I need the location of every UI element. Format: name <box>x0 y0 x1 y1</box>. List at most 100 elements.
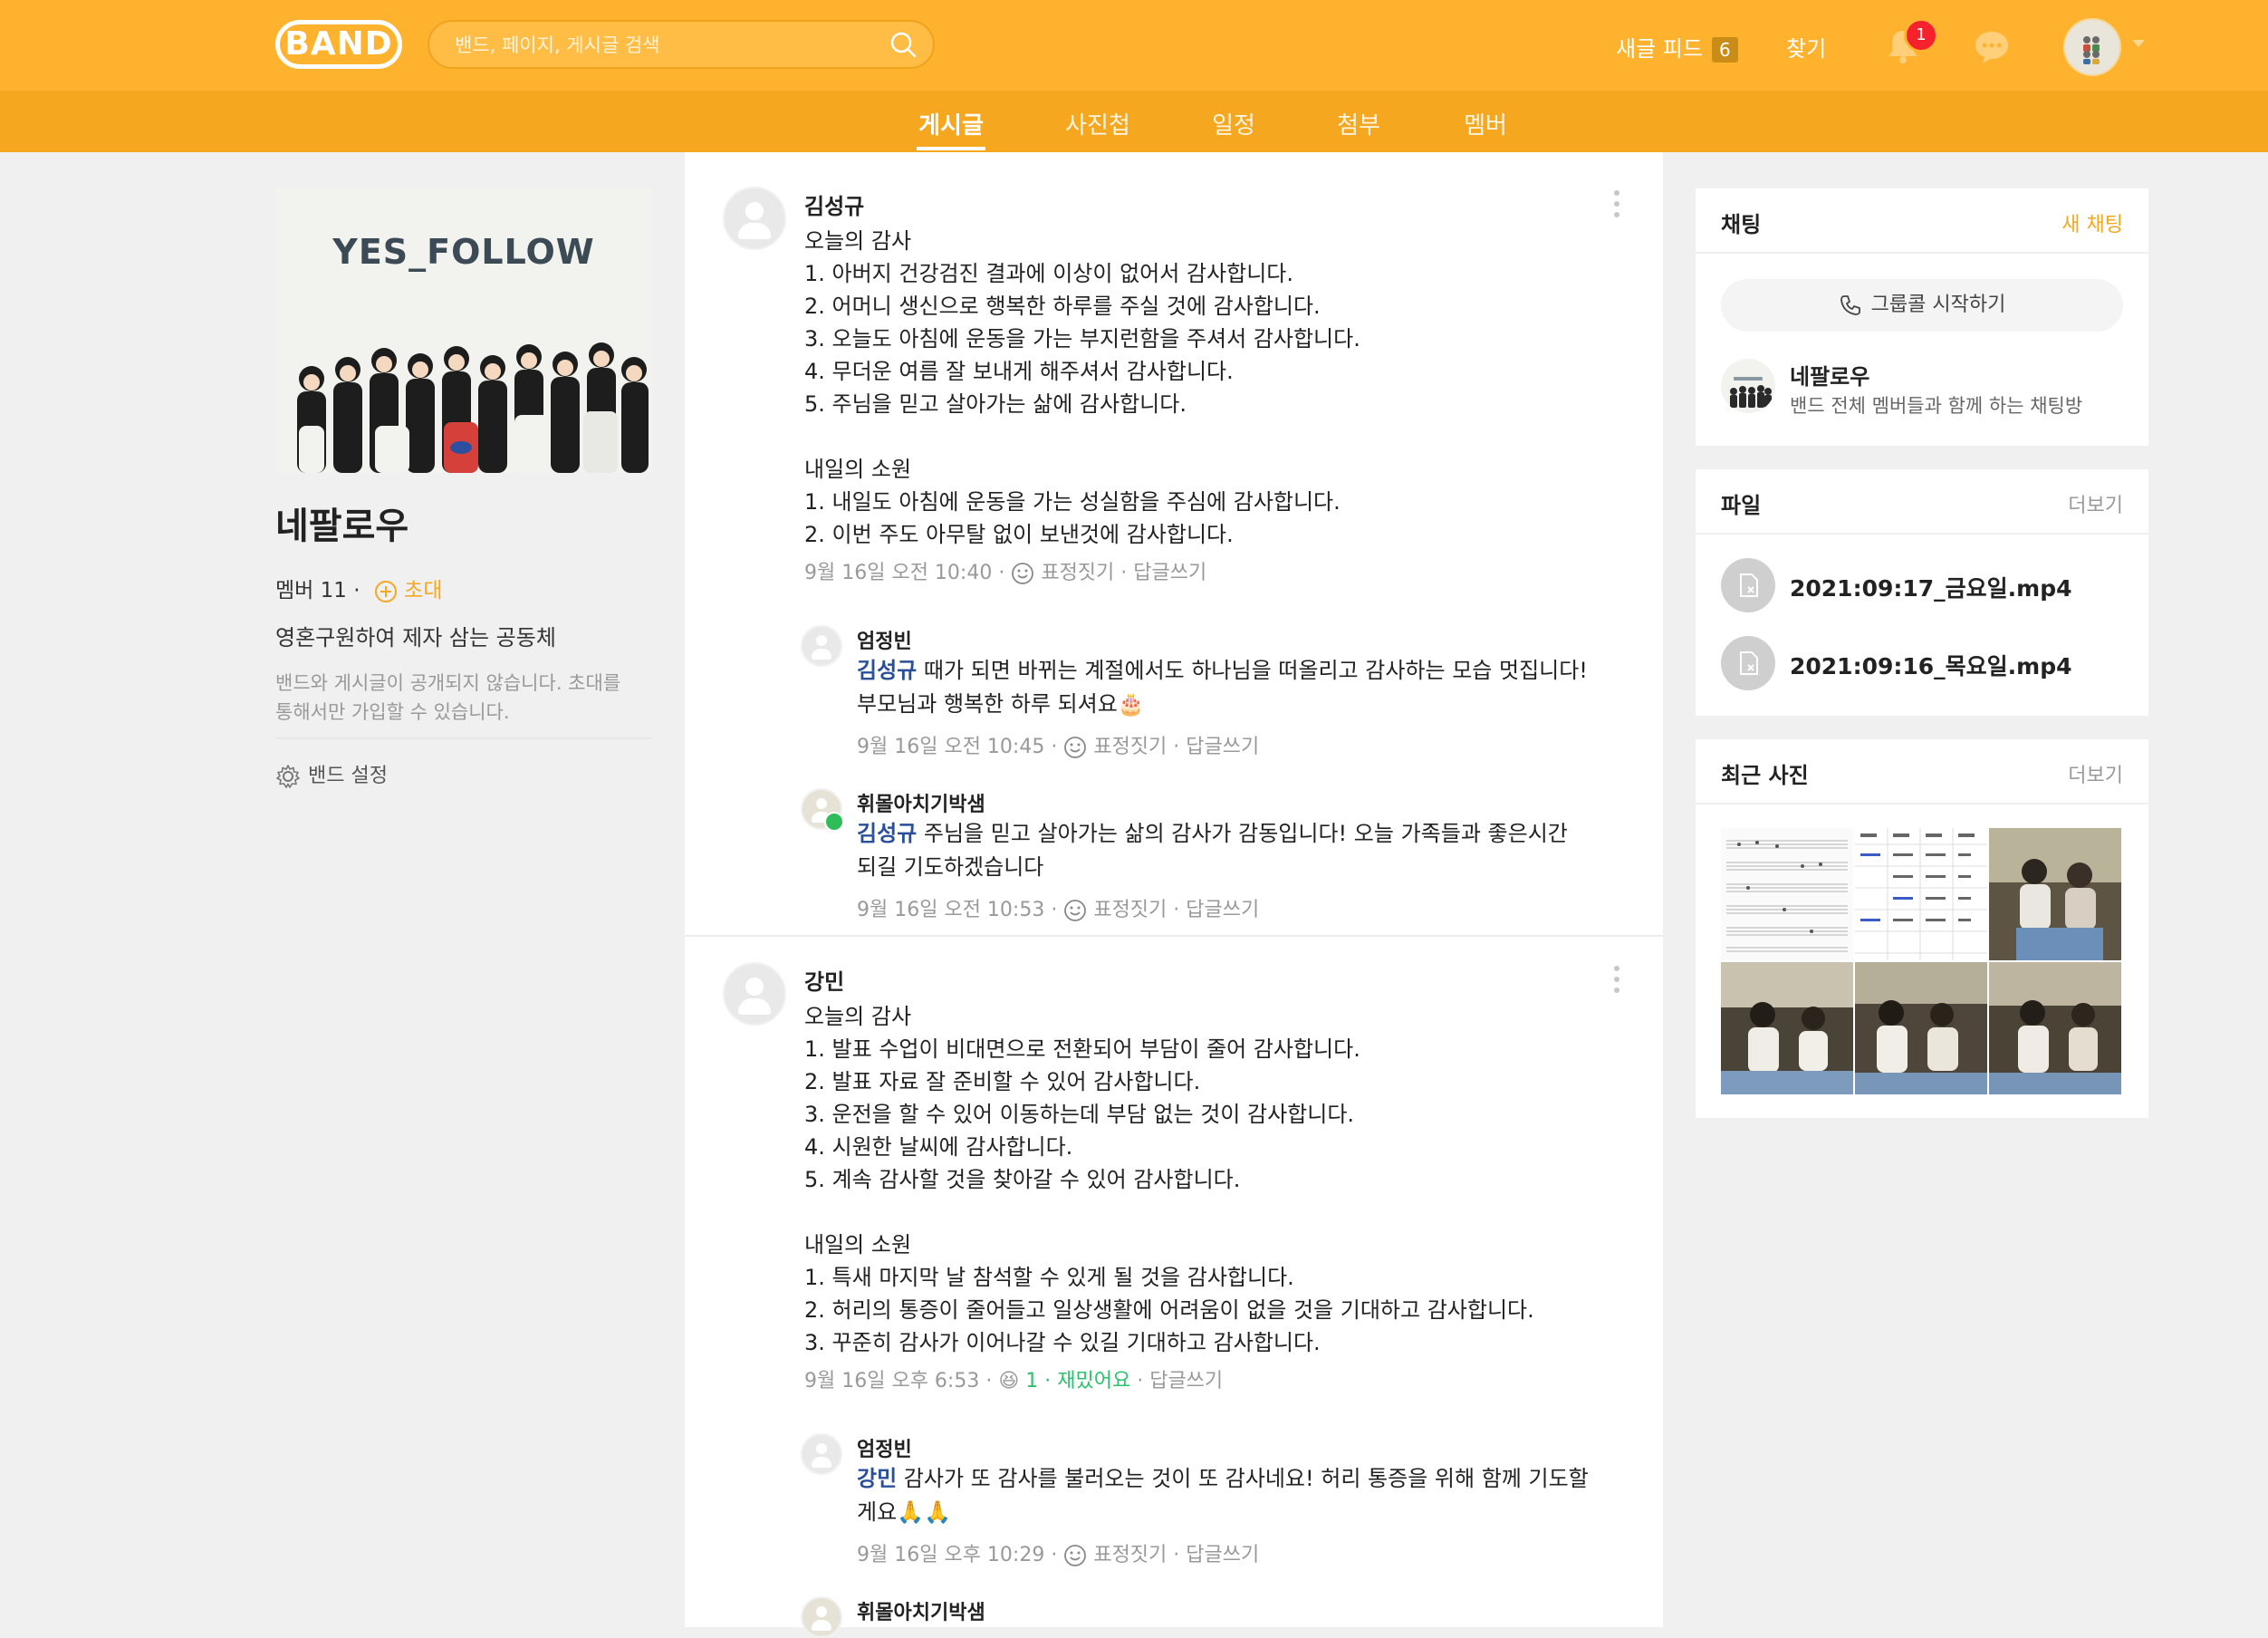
file-item[interactable]: 2021:09:17_금요일.mp4 <box>1721 558 2123 612</box>
comment-author-name[interactable]: 휘몰아치기박샘 <box>857 1596 985 1625</box>
tab-attachments[interactable]: 첨부 <box>1335 107 1382 147</box>
new-feed-label: 새글 피드 <box>1616 36 1703 62</box>
photo-thumbnail[interactable] <box>1721 828 1853 960</box>
photo-thumbnail[interactable] <box>1989 962 2121 1094</box>
divider <box>275 737 652 739</box>
reaction-count[interactable]: 1 <box>1025 1370 1038 1392</box>
chat-bubble-icon[interactable] <box>1973 29 2011 65</box>
band-name[interactable]: 네팔로우 <box>275 496 408 549</box>
file-name: 2021:09:17_금요일.mp4 <box>1790 575 2072 602</box>
post-text-line: 2. 허리의 통증이 줄어들고 일상생활에 어려움이 없을 것을 기대하고 감사… <box>804 1297 1534 1323</box>
comment-mention[interactable]: 강민 <box>857 1466 897 1491</box>
comment-text-part: 때가 되면 바뀌는 계절에서도 하나님을 떠올리고 감사하는 모습 멋집니다! <box>917 658 1588 683</box>
comment-author-name[interactable]: 휘몰아치기박샘 <box>857 788 985 817</box>
post-text-line: 1. 아버지 건강검진 결과에 이상이 없어서 감사합니다. <box>804 261 1293 286</box>
search-input[interactable] <box>453 20 855 71</box>
post-author-avatar[interactable] <box>723 187 786 250</box>
files-more-link[interactable]: 더보기 <box>2068 489 2123 518</box>
comment-text: 김성규 때가 되면 바뀌는 계절에서도 하나님을 떠올리고 감사하는 모습 멋집… <box>857 654 1600 721</box>
post-meta: 9월 16일 오후 6:53 · 😆 1 · 재밌어요 · 답글쓰기 <box>804 1370 1224 1392</box>
smile-icon[interactable] <box>1011 562 1034 585</box>
tab-posts[interactable]: 게시글 <box>917 107 985 150</box>
profile-avatar[interactable] <box>2063 18 2121 76</box>
comment-text-part: 게요 <box>857 1499 898 1525</box>
file-name: 2021:09:16_목요일.mp4 <box>1790 653 2072 679</box>
reply-button[interactable]: 답글쓰기 <box>1186 899 1259 921</box>
invite-button[interactable]: 초대 <box>374 579 442 602</box>
comment-timestamp: 9월 16일 오후 10:29 <box>857 1544 1045 1566</box>
more-options-icon[interactable] <box>1614 966 1619 997</box>
new-chat-button[interactable]: 새 채팅 <box>2061 208 2123 237</box>
member-count[interactable]: 멤버 11 · <box>275 579 360 602</box>
react-button[interactable]: 표정짓기 <box>1093 1544 1167 1566</box>
post-text-line: 오늘의 감사 <box>804 1004 912 1029</box>
post-author-name[interactable]: 김성규 <box>804 188 864 220</box>
privacy-notice: 밴드와 게시글이 공개되지 않습니다. 초대를 통해서만 가입할 수 있습니다. <box>275 669 656 727</box>
phone-icon <box>1840 295 1860 315</box>
comment-author-avatar[interactable] <box>801 1596 842 1638</box>
comment-author-name[interactable]: 엄정빈 <box>857 625 912 654</box>
comment-author-name[interactable]: 엄정빈 <box>857 1433 912 1462</box>
post-text-line: 2. 어머니 생신으로 행복한 하루를 주실 것에 감사합니다. <box>804 294 1321 319</box>
photo-thumbnail[interactable] <box>1989 828 2121 960</box>
post-text-line: 오늘의 감사 <box>804 228 912 254</box>
file-icon <box>1721 558 1775 612</box>
band-cover-image[interactable]: YES_FOLLOW <box>275 188 652 473</box>
post-author-name[interactable]: 강민 <box>804 964 844 996</box>
smile-icon[interactable] <box>1063 899 1087 922</box>
search-icon[interactable] <box>889 31 917 58</box>
chatroom-description: 밴드 전체 멤버들과 함께 하는 채팅방 <box>1790 395 2083 417</box>
notification-badge: 1 <box>1904 18 1938 53</box>
file-icon <box>1721 636 1775 690</box>
file-item[interactable]: 2021:09:16_목요일.mp4 <box>1721 636 2123 690</box>
sheet-music-image <box>1726 840 1848 952</box>
reply-button[interactable]: 답글쓰기 <box>1186 736 1259 758</box>
people-photo-image <box>1855 962 1987 1094</box>
photo-thumbnail[interactable] <box>1855 962 1987 1094</box>
more-options-icon[interactable] <box>1614 190 1619 221</box>
tab-bar <box>0 91 2268 152</box>
smile-icon[interactable] <box>1063 736 1087 759</box>
comment-meta: 9월 16일 오전 10:53 · 표정짓기 · 답글쓰기 <box>857 899 1260 922</box>
post-text-line: 1. 발표 수업이 비대면으로 전환되어 부담이 줄어 감사합니다. <box>804 1036 1360 1062</box>
band-logo[interactable]: BAND <box>275 20 402 69</box>
comment-author-avatar[interactable] <box>801 1433 842 1475</box>
group-illustration <box>297 342 649 473</box>
band-settings-link[interactable]: 밴드 설정 <box>275 759 388 789</box>
photo-thumbnail[interactable] <box>1721 962 1853 1094</box>
search-box[interactable] <box>428 20 935 71</box>
comment-mention[interactable]: 김성규 <box>857 658 917 683</box>
post-divider <box>685 935 1663 937</box>
reply-button[interactable]: 답글쓰기 <box>1186 1544 1259 1566</box>
react-button[interactable]: 표정짓기 <box>1093 736 1167 758</box>
new-feed-link[interactable]: 새글 피드 6 <box>1616 31 1738 63</box>
comment-meta: 9월 16일 오후 10:29 · 표정짓기 · 답글쓰기 <box>857 1544 1260 1567</box>
member-row: 멤버 11 · 초대 <box>275 573 442 603</box>
post-author-avatar[interactable] <box>723 962 786 1026</box>
chatroom-avatar[interactable] <box>1721 359 1775 413</box>
reply-button[interactable]: 답글쓰기 <box>1149 1370 1223 1392</box>
group-call-button[interactable]: 그룹콜 시작하기 <box>1721 279 2123 332</box>
comment-author-avatar[interactable] <box>801 625 842 667</box>
photo-thumbnail[interactable] <box>1855 828 1987 960</box>
smile-icon[interactable] <box>1063 1544 1087 1567</box>
tab-photos[interactable]: 사진첩 <box>1063 107 1132 147</box>
recent-photos-card: 최근 사진 더보기 <box>1696 739 2148 1118</box>
group-call-label: 그룹콜 시작하기 <box>1870 294 2006 316</box>
chatroom-name[interactable]: 네팔로우 <box>1790 359 1869 390</box>
react-button[interactable]: 표정짓기 <box>1093 899 1167 921</box>
post-text-line: 1. 내일도 아침에 운동을 가는 성실함을 주심에 감사합니다. <box>804 489 1341 515</box>
react-button[interactable]: 표정짓기 <box>1041 562 1114 584</box>
tab-members[interactable]: 멤버 <box>1462 107 1509 147</box>
profile-figures-icon <box>2083 36 2100 64</box>
reaction-label[interactable]: 재밌어요 <box>1057 1370 1130 1392</box>
find-link[interactable]: 찾기 <box>1786 31 1826 63</box>
chevron-down-icon[interactable] <box>2132 40 2145 47</box>
comment-text-part: 감사가 또 감사를 불러오는 것이 또 감사네요! 허리 통증을 위해 함께 기… <box>897 1466 1589 1491</box>
photos-more-link[interactable]: 더보기 <box>2068 759 2123 788</box>
reply-button[interactable]: 답글쓰기 <box>1133 562 1206 584</box>
laugh-emoji[interactable]: 😆 <box>998 1370 1019 1392</box>
tab-schedule[interactable]: 일정 <box>1210 107 1257 147</box>
files-card: 파일 더보기 2021:09:17_금요일.mp4 2021:09:16_목요일… <box>1696 469 2148 716</box>
comment-mention[interactable]: 김성규 <box>857 821 917 846</box>
